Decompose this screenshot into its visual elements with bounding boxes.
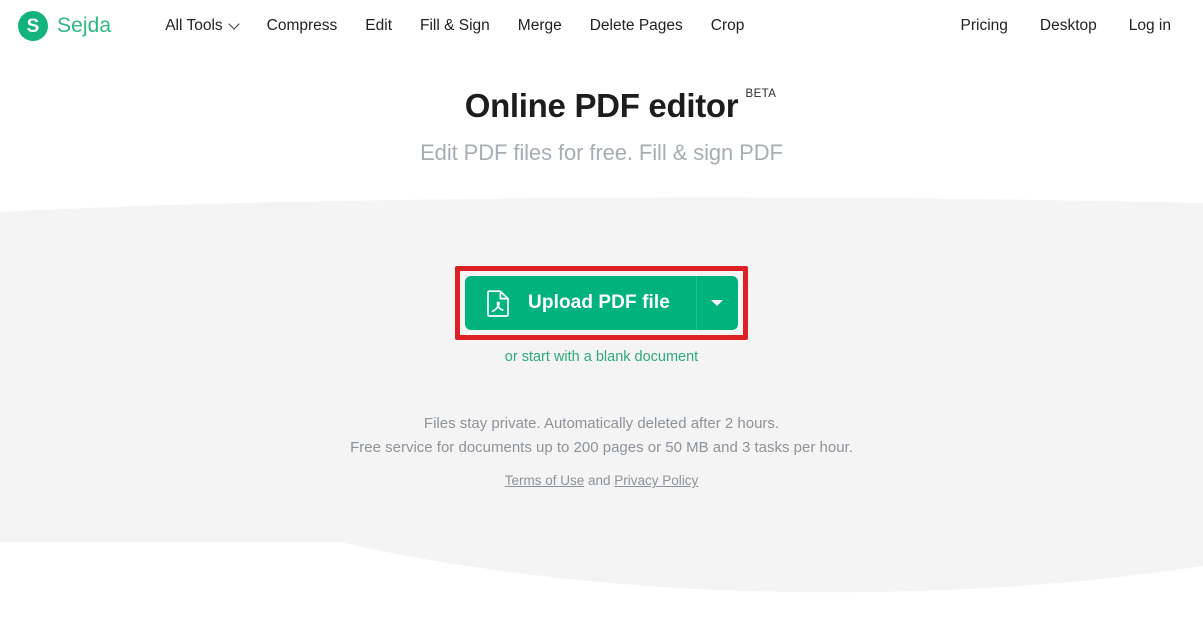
nav-item-fill-and-sign[interactable]: Fill & Sign [406, 11, 504, 41]
nav-item-label: Merge [517, 17, 562, 34]
limits-note: Free service for documents up to 200 pag… [350, 439, 853, 457]
start-blank-document-link[interactable]: or start with a blank document [505, 349, 698, 365]
nav-item-label: Desktop [1039, 17, 1097, 34]
nav-item-label: Edit [365, 17, 393, 34]
nav-item-label: Compress [266, 17, 338, 34]
nav-item-label: Log in [1128, 17, 1171, 34]
brand-logo-link[interactable]: S Sejda [18, 11, 111, 41]
upload-button-highlight: Upload PDF file [455, 266, 748, 341]
upload-options-dropdown-button[interactable] [695, 276, 738, 331]
nav-item-delete-pages[interactable]: Delete Pages [576, 11, 697, 41]
upload-button-main[interactable]: Upload PDF file [465, 276, 696, 330]
nav-item-label: All Tools [165, 17, 223, 34]
hero-section: Online PDF editor BETA Edit PDF files fo… [0, 52, 1203, 166]
upload-pdf-button[interactable]: Upload PDF file [465, 276, 738, 331]
nav-item-label: Crop [710, 17, 745, 34]
nav-item-crop[interactable]: Crop [697, 11, 759, 41]
nav-item-pricing[interactable]: Pricing [945, 11, 1024, 41]
nav-item-label: Fill & Sign [420, 17, 490, 34]
service-notes: Files stay private. Automatically delete… [0, 412, 1203, 493]
nav-item-label: Pricing [960, 17, 1008, 34]
terms-of-use-link[interactable]: Terms of Use [505, 473, 585, 488]
privacy-policy-link[interactable]: Privacy Policy [614, 473, 698, 488]
page-subtitle: Edit PDF files for free. Fill & sign PDF [420, 140, 783, 166]
sejda-logo-icon: S [18, 11, 48, 41]
pdf-file-icon [487, 290, 510, 317]
caret-down-icon [711, 300, 724, 307]
nav-item-label: Delete Pages [589, 17, 683, 34]
nav-item-merge[interactable]: Merge [504, 11, 576, 41]
secondary-nav: Pricing Desktop Log in [945, 11, 1182, 41]
upload-button-label: Upload PDF file [528, 292, 670, 314]
nav-item-compress[interactable]: Compress [253, 11, 352, 41]
beta-badge: BETA [745, 88, 777, 100]
chevron-down-icon [230, 20, 239, 29]
top-navigation-bar: S Sejda All Tools Compress Edit Fill & S… [0, 0, 1203, 52]
upload-section: Upload PDF file or start with a blank do… [0, 266, 1203, 366]
page-title: Online PDF editor BETA [464, 87, 776, 124]
primary-nav: All Tools Compress Edit Fill & Sign Merg… [155, 11, 758, 41]
nav-item-log-in[interactable]: Log in [1113, 11, 1181, 41]
nav-item-edit[interactable]: Edit [351, 11, 406, 41]
privacy-note: Files stay private. Automatically delete… [423, 415, 780, 433]
brand-name: Sejda [57, 14, 112, 37]
legal-links: Terms of Use and Privacy Policy [0, 469, 1203, 493]
nav-item-all-tools[interactable]: All Tools [155, 11, 252, 41]
legal-conjunction: and [584, 473, 615, 489]
page-title-text: Online PDF editor [464, 87, 739, 124]
nav-item-desktop[interactable]: Desktop [1024, 11, 1113, 41]
